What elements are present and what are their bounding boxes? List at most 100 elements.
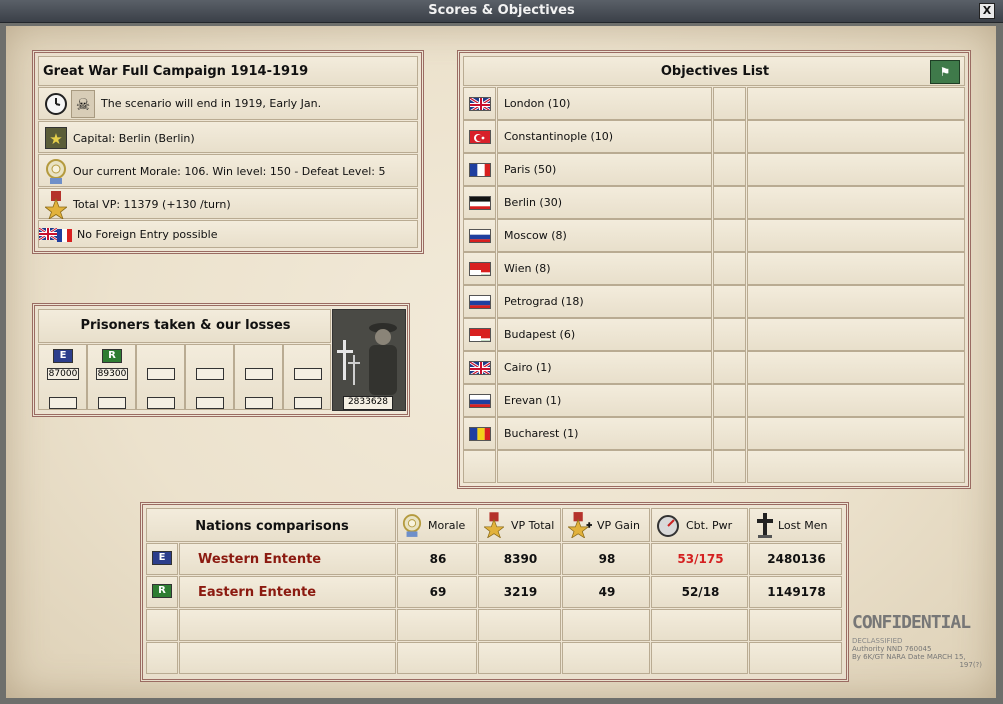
- prisoners-count: [245, 368, 273, 380]
- nation-morale: 69: [397, 576, 477, 608]
- objective-flag-cell: [463, 120, 496, 153]
- nation-cbt-pwr-value: 52/18: [681, 585, 720, 599]
- objective-row[interactable]: Wien (8): [463, 252, 965, 285]
- objective-status-cell: [713, 120, 746, 153]
- austria-flag-icon: [469, 262, 491, 276]
- objective-info-cell: [747, 417, 965, 450]
- objective-name: Cairo (1): [504, 361, 552, 374]
- objective-row[interactable]: London (10): [463, 87, 965, 120]
- objectives-filter-button[interactable]: ⚑: [930, 60, 960, 84]
- empty-cell: [397, 609, 477, 641]
- nation-badge-e: E: [53, 349, 73, 363]
- objective-info-cell: [747, 318, 965, 351]
- prisoner-slot: E 87000: [38, 344, 87, 410]
- objective-row[interactable]: Bucharest (1): [463, 417, 965, 450]
- objective-row[interactable]: Paris (50): [463, 153, 965, 186]
- nation-name-cell[interactable]: Western Entente: [179, 543, 396, 575]
- nation-badge-e: E: [152, 551, 172, 565]
- objective-name: Erevan (1): [504, 394, 562, 407]
- objective-row[interactable]: Moscow (8): [463, 219, 965, 252]
- capital-text: Capital: Berlin (Berlin): [73, 132, 195, 145]
- objective-name: Bucharest (1): [504, 427, 579, 440]
- objective-name: Constantinople (10): [504, 130, 614, 143]
- column-vp-total[interactable]: VP Total: [478, 508, 561, 542]
- close-button[interactable]: X: [979, 3, 995, 19]
- objective-flag-cell: [463, 384, 496, 417]
- column-vp-total-label: VP Total: [511, 519, 555, 532]
- objective-info-cell: [747, 450, 965, 483]
- objective-status-cell: [713, 285, 746, 318]
- column-cbt-pwr-label: Cbt. Pwr: [686, 519, 733, 532]
- objective-row[interactable]: Erevan (1): [463, 384, 965, 417]
- objective-row[interactable]: Constantinople (10): [463, 120, 965, 153]
- nation-cbt-pwr: 52/18: [651, 576, 748, 608]
- empty-cell: [146, 642, 178, 674]
- objective-info-cell: [747, 351, 965, 384]
- nation-morale: 86: [397, 543, 477, 575]
- column-morale[interactable]: Morale: [397, 508, 477, 542]
- losses-count: [147, 397, 175, 409]
- objective-row[interactable]: Berlin (30): [463, 186, 965, 219]
- nation-badge-cell: E: [146, 543, 178, 575]
- objective-row-empty: [463, 450, 965, 483]
- russia-flag-icon: [469, 295, 491, 309]
- objectives-title-row: Objectives List ⚑: [463, 56, 965, 86]
- prisoners-title: Prisoners taken & our losses: [80, 318, 291, 333]
- uk-flag-icon: [469, 361, 491, 375]
- objective-name-cell: Budapest (6): [497, 318, 712, 351]
- column-cbt-pwr[interactable]: Cbt. Pwr: [651, 508, 748, 542]
- scenario-end-row: ☠ The scenario will end in 1919, Early J…: [38, 87, 418, 120]
- losses-count: [245, 397, 273, 409]
- morale-row: Our current Morale: 106. Win level: 150 …: [38, 154, 418, 187]
- year-line: 197(?): [959, 661, 982, 669]
- soldier-portrait-icon: [333, 310, 405, 410]
- objective-status-cell: [713, 318, 746, 351]
- nation-morale-value: 86: [429, 552, 447, 566]
- column-vp-gain[interactable]: VP Gain: [562, 508, 650, 542]
- nation-lost-men: 2480136: [749, 543, 842, 575]
- scenario-panel: Great War Full Campaign 1914-1919 ☠ The …: [32, 50, 424, 254]
- column-vp-gain-label: VP Gain: [597, 519, 640, 532]
- objective-name-cell: Erevan (1): [497, 384, 712, 417]
- grave-cross-icon: [757, 513, 773, 538]
- nation-name-cell[interactable]: Eastern Entente: [179, 576, 396, 608]
- objective-flag-cell: [463, 450, 496, 483]
- objective-info-cell: [747, 285, 965, 318]
- nation-name: Western Entente: [198, 552, 322, 567]
- vp-medal-icon: [45, 191, 67, 219]
- our-losses-total: 2833628: [343, 396, 393, 410]
- objective-name: Petrograd (18): [504, 295, 584, 308]
- objective-status-cell: [713, 351, 746, 384]
- window-titlebar: Scores & Objectives X: [0, 0, 1003, 23]
- empty-cell: [179, 609, 396, 641]
- objectives-title: Objectives List: [660, 64, 770, 79]
- objective-row[interactable]: Budapest (6): [463, 318, 965, 351]
- losses-count: [196, 397, 224, 409]
- column-lost-men[interactable]: Lost Men: [749, 508, 842, 542]
- nation-vp-gain-value: 49: [598, 585, 616, 599]
- objective-name-cell: London (10): [497, 87, 712, 120]
- nation-lost-men: 1149178: [749, 576, 842, 608]
- objective-info-cell: [747, 186, 965, 219]
- objective-name: Paris (50): [504, 163, 557, 176]
- objective-name: Budapest (6): [504, 328, 576, 341]
- prisoners-title-row: Prisoners taken & our losses: [38, 309, 331, 343]
- foreign-entry-row: No Foreign Entry possible: [38, 220, 418, 248]
- objective-flag-cell: [463, 153, 496, 186]
- empty-cell: [651, 642, 748, 674]
- objective-name-cell: Berlin (30): [497, 186, 712, 219]
- empty-cell: [562, 642, 650, 674]
- prisoner-slot: R 89300: [87, 344, 136, 410]
- objective-name-cell: Paris (50): [497, 153, 712, 186]
- skull-icon: ☠: [71, 90, 95, 118]
- nation-vp-gain: 98: [562, 543, 650, 575]
- nation-vp-gain: 49: [562, 576, 650, 608]
- objective-name-cell: Wien (8): [497, 252, 712, 285]
- objective-row[interactable]: Cairo (1): [463, 351, 965, 384]
- empty-cell: [146, 609, 178, 641]
- objective-info-cell: [747, 120, 965, 153]
- morale-text: Our current Morale: 106. Win level: 150 …: [73, 165, 386, 178]
- prisoner-slot: [136, 344, 185, 410]
- empty-cell: [478, 642, 561, 674]
- objective-row[interactable]: Petrograd (18): [463, 285, 965, 318]
